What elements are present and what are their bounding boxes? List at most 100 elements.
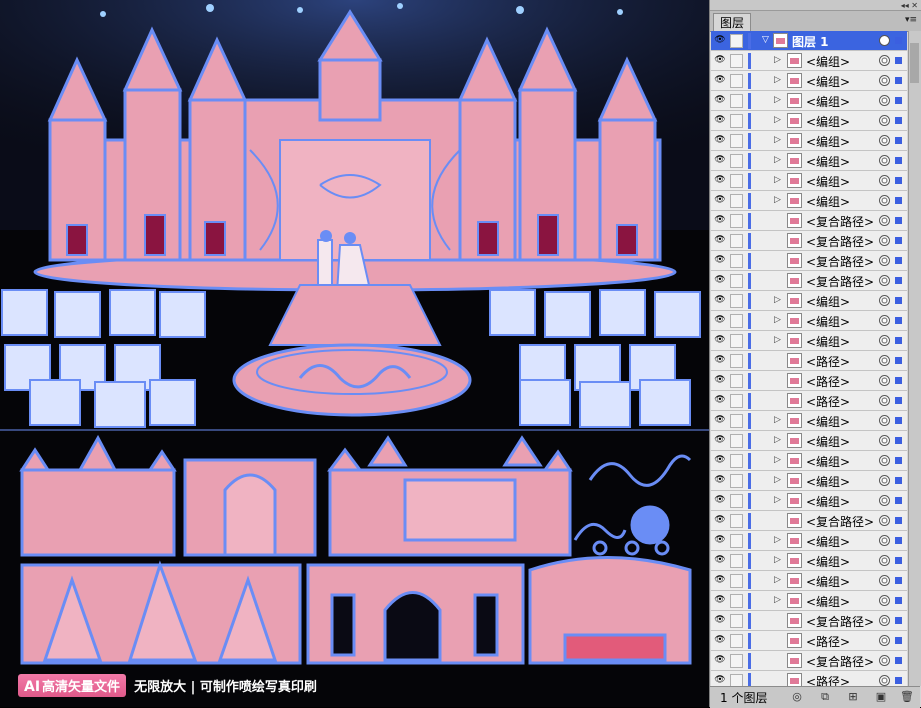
lock-toggle[interactable]: [730, 634, 743, 648]
eye-icon[interactable]: 👁: [714, 456, 726, 465]
trash-icon[interactable]: 🗑: [900, 690, 914, 704]
eye-icon[interactable]: 👁: [714, 276, 726, 285]
target-circle-icon[interactable]: [879, 95, 890, 106]
collapse-icon[interactable]: ◂◂: [901, 1, 909, 10]
lock-toggle[interactable]: [730, 434, 743, 448]
lock-toggle[interactable]: [730, 614, 743, 628]
target-circle-icon[interactable]: [879, 235, 890, 246]
lock-toggle[interactable]: [730, 354, 743, 368]
lock-toggle[interactable]: [730, 374, 743, 388]
lock-toggle[interactable]: [730, 574, 743, 588]
eye-icon[interactable]: 👁: [714, 76, 726, 85]
lock-toggle[interactable]: [730, 154, 743, 168]
lock-toggle[interactable]: [730, 74, 743, 88]
triangle-right-icon[interactable]: ▷: [774, 95, 781, 105]
layer-row[interactable]: 👁 ▷ <编组>: [711, 191, 907, 211]
target-circle-icon[interactable]: [879, 275, 890, 286]
scrollbar[interactable]: [908, 31, 921, 686]
eye-icon[interactable]: 👁: [714, 396, 726, 405]
lock-toggle[interactable]: [730, 294, 743, 308]
layer-row[interactable]: 👁 ▷ <编组>: [711, 291, 907, 311]
lock-toggle[interactable]: [730, 454, 743, 468]
selection-square-icon[interactable]: [895, 57, 902, 64]
target-circle-icon[interactable]: [879, 335, 890, 346]
triangle-right-icon[interactable]: ▷: [774, 455, 781, 465]
selection-square-icon[interactable]: [895, 37, 902, 44]
layer-row[interactable]: 👁 ▷ <编组>: [711, 431, 907, 451]
menu-icon[interactable]: ▾≡: [905, 15, 917, 25]
target-circle-icon[interactable]: [879, 615, 890, 626]
triangle-right-icon[interactable]: ▷: [774, 195, 781, 205]
eye-icon[interactable]: 👁: [714, 156, 726, 165]
selection-square-icon[interactable]: [895, 637, 902, 644]
selection-square-icon[interactable]: [895, 457, 902, 464]
triangle-down-icon[interactable]: ▽: [762, 35, 769, 45]
target-circle-icon[interactable]: [879, 595, 890, 606]
selection-square-icon[interactable]: [895, 277, 902, 284]
selection-square-icon[interactable]: [895, 617, 902, 624]
eye-icon[interactable]: 👁: [714, 296, 726, 305]
layer-row[interactable]: 👁 ▷ <编组>: [711, 91, 907, 111]
layer-row[interactable]: 👁 ▷ <编组>: [711, 491, 907, 511]
new-sublayer-icon[interactable]: ⊞: [846, 690, 860, 704]
eye-icon[interactable]: 👁: [714, 216, 726, 225]
layer-row[interactable]: 👁 ▷ <编组>: [711, 171, 907, 191]
eye-icon[interactable]: 👁: [714, 196, 726, 205]
selection-square-icon[interactable]: [895, 317, 902, 324]
lock-toggle[interactable]: [730, 334, 743, 348]
target-circle-icon[interactable]: [879, 395, 890, 406]
target-circle-icon[interactable]: [879, 295, 890, 306]
lock-toggle[interactable]: [730, 314, 743, 328]
target-circle-icon[interactable]: [879, 675, 890, 686]
target-circle-icon[interactable]: [879, 495, 890, 506]
selection-square-icon[interactable]: [895, 137, 902, 144]
layer-row[interactable]: 👁 <路径>: [711, 671, 907, 686]
eye-icon[interactable]: 👁: [714, 556, 726, 565]
triangle-right-icon[interactable]: ▷: [774, 135, 781, 145]
triangle-right-icon[interactable]: ▷: [774, 55, 781, 65]
eye-icon[interactable]: 👁: [714, 436, 726, 445]
triangle-right-icon[interactable]: ▷: [774, 535, 781, 545]
new-layer-icon[interactable]: ▣: [874, 690, 888, 704]
eye-icon[interactable]: 👁: [714, 176, 726, 185]
target-circle-icon[interactable]: [879, 35, 890, 46]
target-circle-icon[interactable]: [879, 315, 890, 326]
make-clipping-mask-icon[interactable]: ⧉: [818, 690, 832, 704]
lock-toggle[interactable]: [730, 94, 743, 108]
lock-toggle[interactable]: [730, 254, 743, 268]
panel-titlebar[interactable]: ◂◂ ✕: [710, 0, 921, 11]
eye-icon[interactable]: 👁: [714, 516, 726, 525]
triangle-right-icon[interactable]: ▷: [774, 495, 781, 505]
lock-toggle[interactable]: [730, 594, 743, 608]
lock-toggle[interactable]: [730, 414, 743, 428]
layer-row[interactable]: 👁 <复合路径>: [711, 231, 907, 251]
target-circle-icon[interactable]: [879, 255, 890, 266]
triangle-right-icon[interactable]: ▷: [774, 175, 781, 185]
target-circle-icon[interactable]: [879, 175, 890, 186]
target-circle-icon[interactable]: [879, 115, 890, 126]
target-circle-icon[interactable]: [879, 195, 890, 206]
layer-row[interactable]: 👁 ▷ <编组>: [711, 591, 907, 611]
lock-toggle[interactable]: [730, 174, 743, 188]
triangle-right-icon[interactable]: ▷: [774, 475, 781, 485]
lock-toggle[interactable]: [730, 214, 743, 228]
target-circle-icon[interactable]: [879, 415, 890, 426]
selection-square-icon[interactable]: [895, 497, 902, 504]
artboard[interactable]: AI 高清矢量文件 无限放大 | 可制作喷绘写真印刷: [0, 0, 709, 707]
triangle-right-icon[interactable]: ▷: [774, 575, 781, 585]
selection-square-icon[interactable]: [895, 177, 902, 184]
eye-icon[interactable]: 👁: [714, 36, 726, 45]
selection-square-icon[interactable]: [895, 357, 902, 364]
eye-icon[interactable]: 👁: [714, 136, 726, 145]
target-circle-icon[interactable]: [879, 75, 890, 86]
triangle-right-icon[interactable]: ▷: [774, 435, 781, 445]
eye-icon[interactable]: 👁: [714, 56, 726, 65]
selection-square-icon[interactable]: [895, 477, 902, 484]
layer-row-top[interactable]: 👁 ▽ 图层 1: [711, 31, 907, 51]
selection-square-icon[interactable]: [895, 557, 902, 564]
eye-icon[interactable]: 👁: [714, 376, 726, 385]
selection-square-icon[interactable]: [895, 197, 902, 204]
eye-icon[interactable]: 👁: [714, 676, 726, 685]
triangle-right-icon[interactable]: ▷: [774, 155, 781, 165]
target-circle-icon[interactable]: [879, 135, 890, 146]
